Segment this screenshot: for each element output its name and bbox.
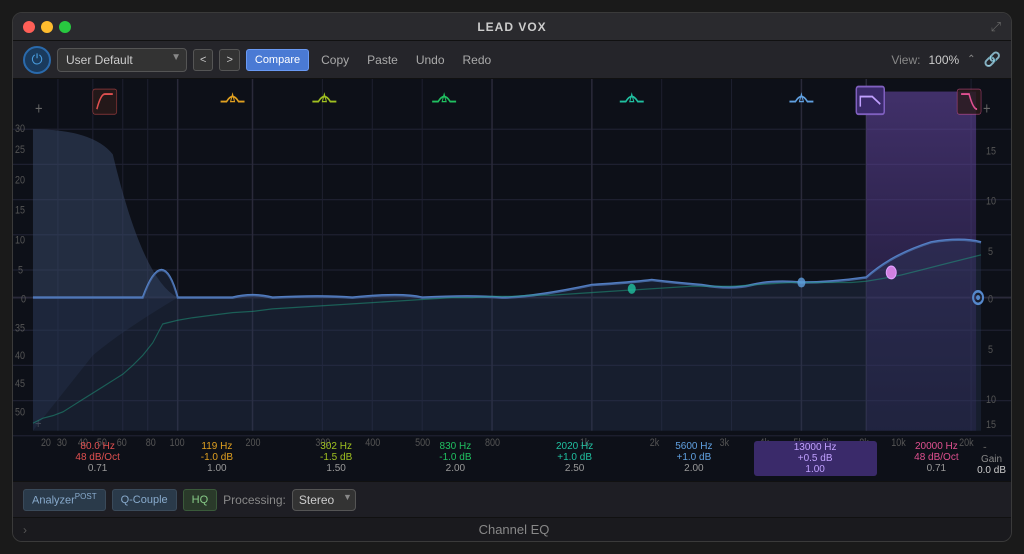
band7-gain: +0.5 dB: [756, 453, 875, 464]
band2-q: 1.00: [157, 463, 276, 474]
svg-text:15: 15: [15, 205, 25, 217]
svg-text:+: +: [35, 101, 43, 119]
band1-freq: 80.0 Hz: [38, 441, 157, 452]
window-resize-icon[interactable]: ⤢: [991, 19, 1001, 35]
minimize-button[interactable]: [41, 21, 53, 33]
svg-text:45: 45: [15, 378, 25, 390]
svg-text:+: +: [983, 101, 991, 119]
analyzer-post-label: POST: [75, 492, 97, 501]
svg-text:25: 25: [15, 144, 25, 156]
band2-freq: 119 Hz: [157, 441, 276, 452]
band6-info[interactable]: 5600 Hz +1.0 dB 2.00: [634, 441, 753, 476]
nav-forward-button[interactable]: >: [219, 49, 239, 71]
maximize-button[interactable]: [59, 21, 71, 33]
compare-button[interactable]: Compare: [246, 49, 309, 71]
band5-info[interactable]: 2020 Hz +1.0 dB 2.50: [515, 441, 634, 476]
band8-info[interactable]: 20000 Hz 48 dB/Oct 0.71: [877, 441, 996, 476]
band8-freq: 20000 Hz: [877, 441, 996, 452]
band3-freq: 302 Hz: [277, 441, 396, 452]
svg-text:5: 5: [988, 246, 993, 258]
svg-text:10: 10: [15, 235, 25, 247]
main-window: LEAD VOX ⤢ ⏻ User Default ▼ < > Compare …: [12, 12, 1012, 542]
band8-q: 0.71: [877, 463, 996, 474]
analyzer-button[interactable]: AnalyzerPOST: [23, 489, 106, 511]
processing-select[interactable]: Stereo: [292, 489, 356, 511]
status-bar: › Channel EQ: [13, 517, 1011, 541]
band5-gain: +1.0 dB: [515, 452, 634, 463]
title-bar: LEAD VOX ⤢: [13, 13, 1011, 41]
band4-gain: -1.0 dB: [396, 452, 515, 463]
svg-text:10: 10: [986, 196, 996, 208]
bottom-bar: AnalyzerPOST Q-Couple HQ Processing: Ste…: [13, 481, 1011, 517]
redo-button[interactable]: Redo: [457, 49, 498, 71]
svg-text:0: 0: [988, 294, 993, 306]
band4-info[interactable]: 830 Hz -1.0 dB 2.00: [396, 441, 515, 476]
toolbar: ⏻ User Default ▼ < > Compare Copy Paste …: [13, 41, 1011, 79]
eq-canvas[interactable]: 20 30 40 50 60 80 100 200 300 400 500 80…: [13, 79, 1011, 481]
band7-q: 1.00: [756, 464, 875, 475]
band-info-row: 80.0 Hz 48 dB/Oct 0.71 119 Hz -1.0 dB 1.…: [38, 441, 996, 476]
toolbar-right: View: 100% ⌃ 🔗: [891, 51, 1001, 68]
analyzer-label: Analyzer: [32, 495, 75, 507]
band3-q: 1.50: [277, 463, 396, 474]
band6-q: 2.00: [634, 463, 753, 474]
svg-text:40: 40: [15, 350, 25, 362]
view-label: View:: [891, 53, 920, 67]
band1-q: 0.71: [38, 463, 157, 474]
svg-text:5: 5: [988, 344, 993, 356]
processing-label: Processing:: [223, 493, 286, 507]
band5-q: 2.50: [515, 463, 634, 474]
traffic-lights: [23, 21, 71, 33]
band3-info[interactable]: 302 Hz -1.5 dB 1.50: [277, 441, 396, 476]
band6-gain: +1.0 dB: [634, 452, 753, 463]
svg-text:20: 20: [15, 174, 25, 186]
band8-gain: 48 dB/Oct: [877, 452, 996, 463]
svg-text:15: 15: [986, 146, 996, 158]
preset-select[interactable]: User Default: [57, 48, 187, 72]
undo-button[interactable]: Undo: [410, 49, 451, 71]
band2-gain: -1.0 dB: [157, 452, 276, 463]
link-icon[interactable]: 🔗: [984, 51, 1001, 68]
band3-gain: -1.5 dB: [277, 452, 396, 463]
band4-q: 2.00: [396, 463, 515, 474]
window-title: LEAD VOX: [477, 20, 546, 34]
svg-text:35: 35: [15, 323, 25, 335]
svg-text:0: 0: [21, 294, 26, 306]
q-couple-button[interactable]: Q-Couple: [112, 489, 177, 511]
band6-freq: 5600 Hz: [634, 441, 753, 452]
svg-text:30: 30: [15, 123, 25, 135]
band7-freq: 13000 Hz: [756, 442, 875, 453]
eq-display: 20 30 40 50 60 80 100 200 300 400 500 80…: [13, 79, 1011, 481]
band2-info[interactable]: 119 Hz -1.0 dB 1.00: [157, 441, 276, 476]
power-icon: ⏻: [31, 51, 42, 68]
svg-text:10: 10: [986, 394, 996, 406]
power-button[interactable]: ⏻: [23, 46, 51, 74]
band5-freq: 2020 Hz: [515, 441, 634, 452]
view-value[interactable]: 100%: [928, 53, 959, 67]
paste-button[interactable]: Paste: [361, 49, 404, 71]
copy-button[interactable]: Copy: [315, 49, 355, 71]
band7-info[interactable]: 13000 Hz +0.5 dB 1.00: [754, 441, 877, 476]
hq-button[interactable]: HQ: [183, 489, 218, 511]
band1-info[interactable]: 80.0 Hz 48 dB/Oct 0.71: [38, 441, 157, 476]
view-stepper[interactable]: ⌃: [967, 54, 975, 65]
svg-text:50: 50: [15, 407, 25, 419]
plugin-name: Channel EQ: [27, 522, 1001, 537]
svg-text:15: 15: [986, 419, 996, 431]
band1-gain: 48 dB/Oct: [38, 452, 157, 463]
close-button[interactable]: [23, 21, 35, 33]
band4-freq: 830 Hz: [396, 441, 515, 452]
svg-text:5: 5: [18, 265, 23, 277]
nav-back-button[interactable]: <: [193, 49, 213, 71]
